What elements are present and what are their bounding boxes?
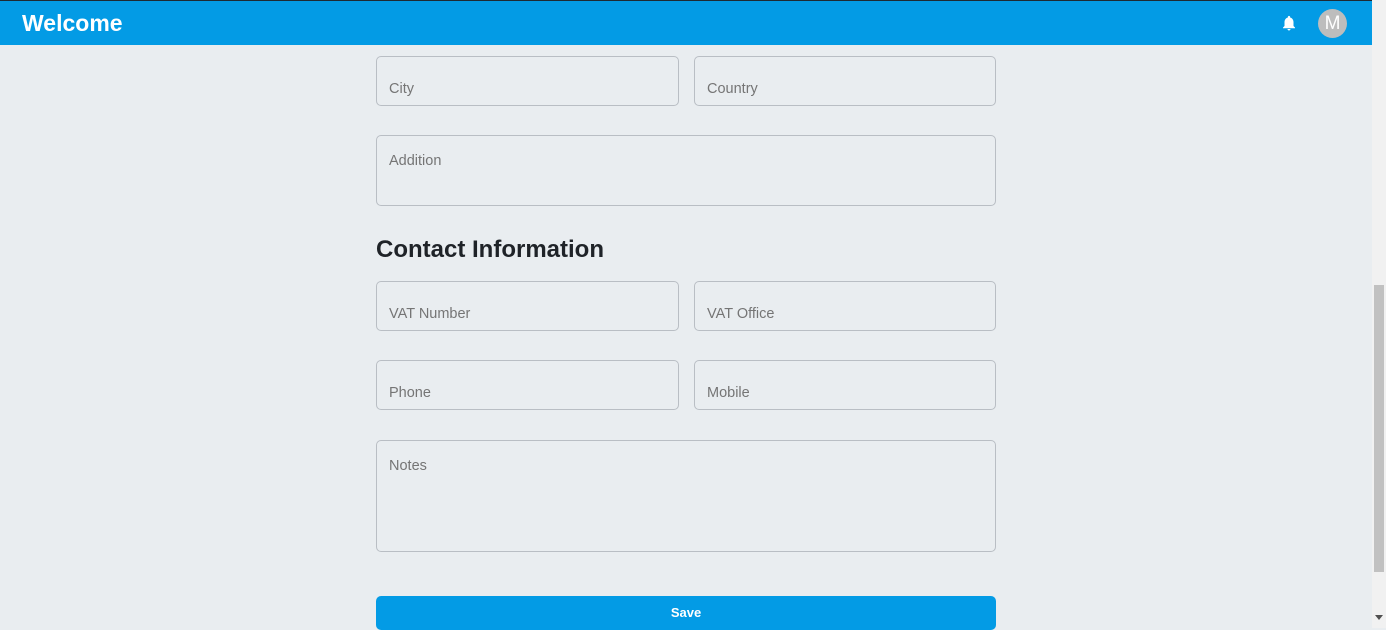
save-button[interactable]: Save	[376, 596, 996, 630]
notes-field[interactable]	[376, 440, 996, 552]
avatar[interactable]: M	[1318, 9, 1347, 38]
mobile-field[interactable]	[694, 360, 996, 410]
scrollbar-thumb[interactable]	[1374, 285, 1384, 572]
vat-number-field[interactable]	[376, 281, 679, 331]
vertical-scrollbar[interactable]	[1372, 0, 1386, 628]
city-field[interactable]	[376, 56, 679, 106]
addition-field[interactable]	[376, 135, 996, 206]
top-app-bar: Welcome M	[0, 0, 1372, 45]
country-field[interactable]	[694, 56, 996, 106]
phone-field[interactable]	[376, 360, 679, 410]
bell-icon[interactable]	[1280, 14, 1298, 32]
app-title: Welcome	[22, 10, 123, 36]
section-title-contact-information: Contact Information	[376, 236, 604, 263]
vat-office-field[interactable]	[694, 281, 996, 331]
scroll-down-arrow-icon[interactable]	[1375, 615, 1383, 620]
